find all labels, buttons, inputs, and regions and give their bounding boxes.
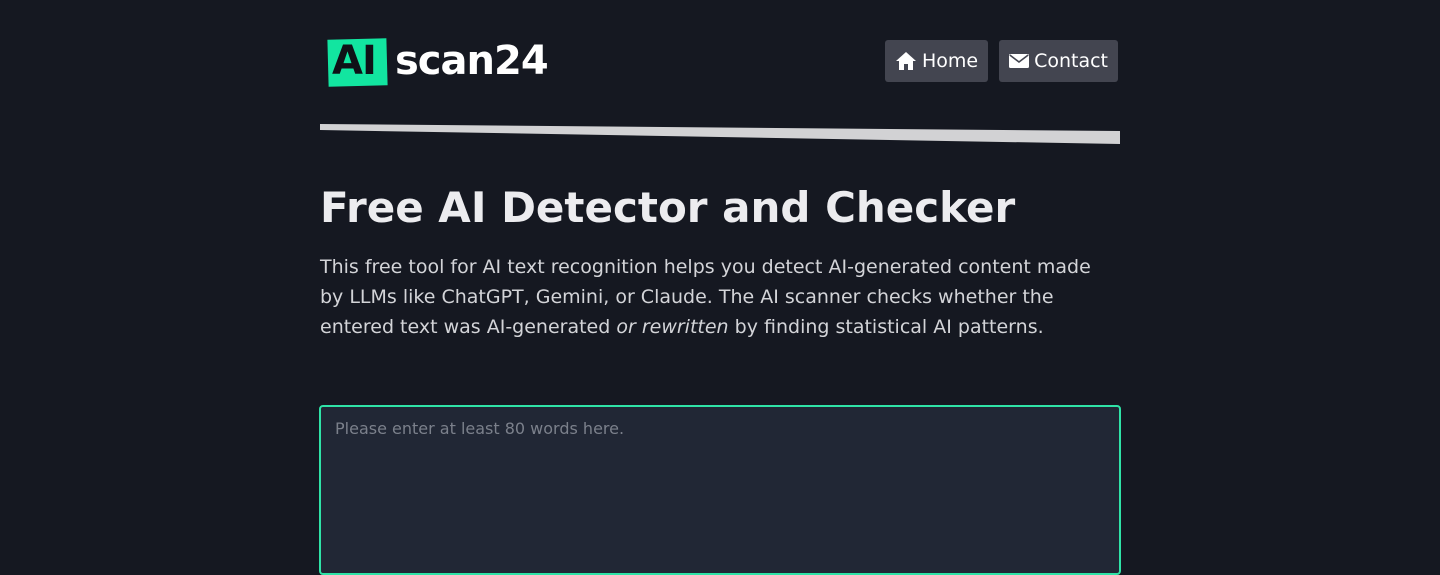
envelope-icon bbox=[1009, 54, 1030, 68]
contact-button-label: Contact bbox=[1034, 50, 1108, 72]
main-nav: Home Contact bbox=[884, 40, 1118, 82]
logo-wordmark: scan24 bbox=[395, 38, 549, 84]
intro-emphasis: or rewritten bbox=[616, 316, 729, 338]
contact-button[interactable]: Contact bbox=[999, 40, 1118, 82]
text-input[interactable] bbox=[319, 405, 1121, 575]
logo-ai-text: AI bbox=[332, 38, 377, 84]
page-title: Free AI Detector and Checker bbox=[320, 183, 1016, 232]
home-icon bbox=[895, 52, 916, 70]
home-button[interactable]: Home bbox=[884, 40, 989, 82]
intro-paragraph: This free tool for AI text recognition h… bbox=[320, 252, 1120, 342]
header-divider bbox=[320, 124, 1120, 144]
site-header: AI scan24 Home Contact bbox=[320, 38, 1120, 88]
home-button-label: Home bbox=[921, 50, 979, 72]
intro-text-part2: by finding statistical AI patterns. bbox=[728, 316, 1044, 338]
